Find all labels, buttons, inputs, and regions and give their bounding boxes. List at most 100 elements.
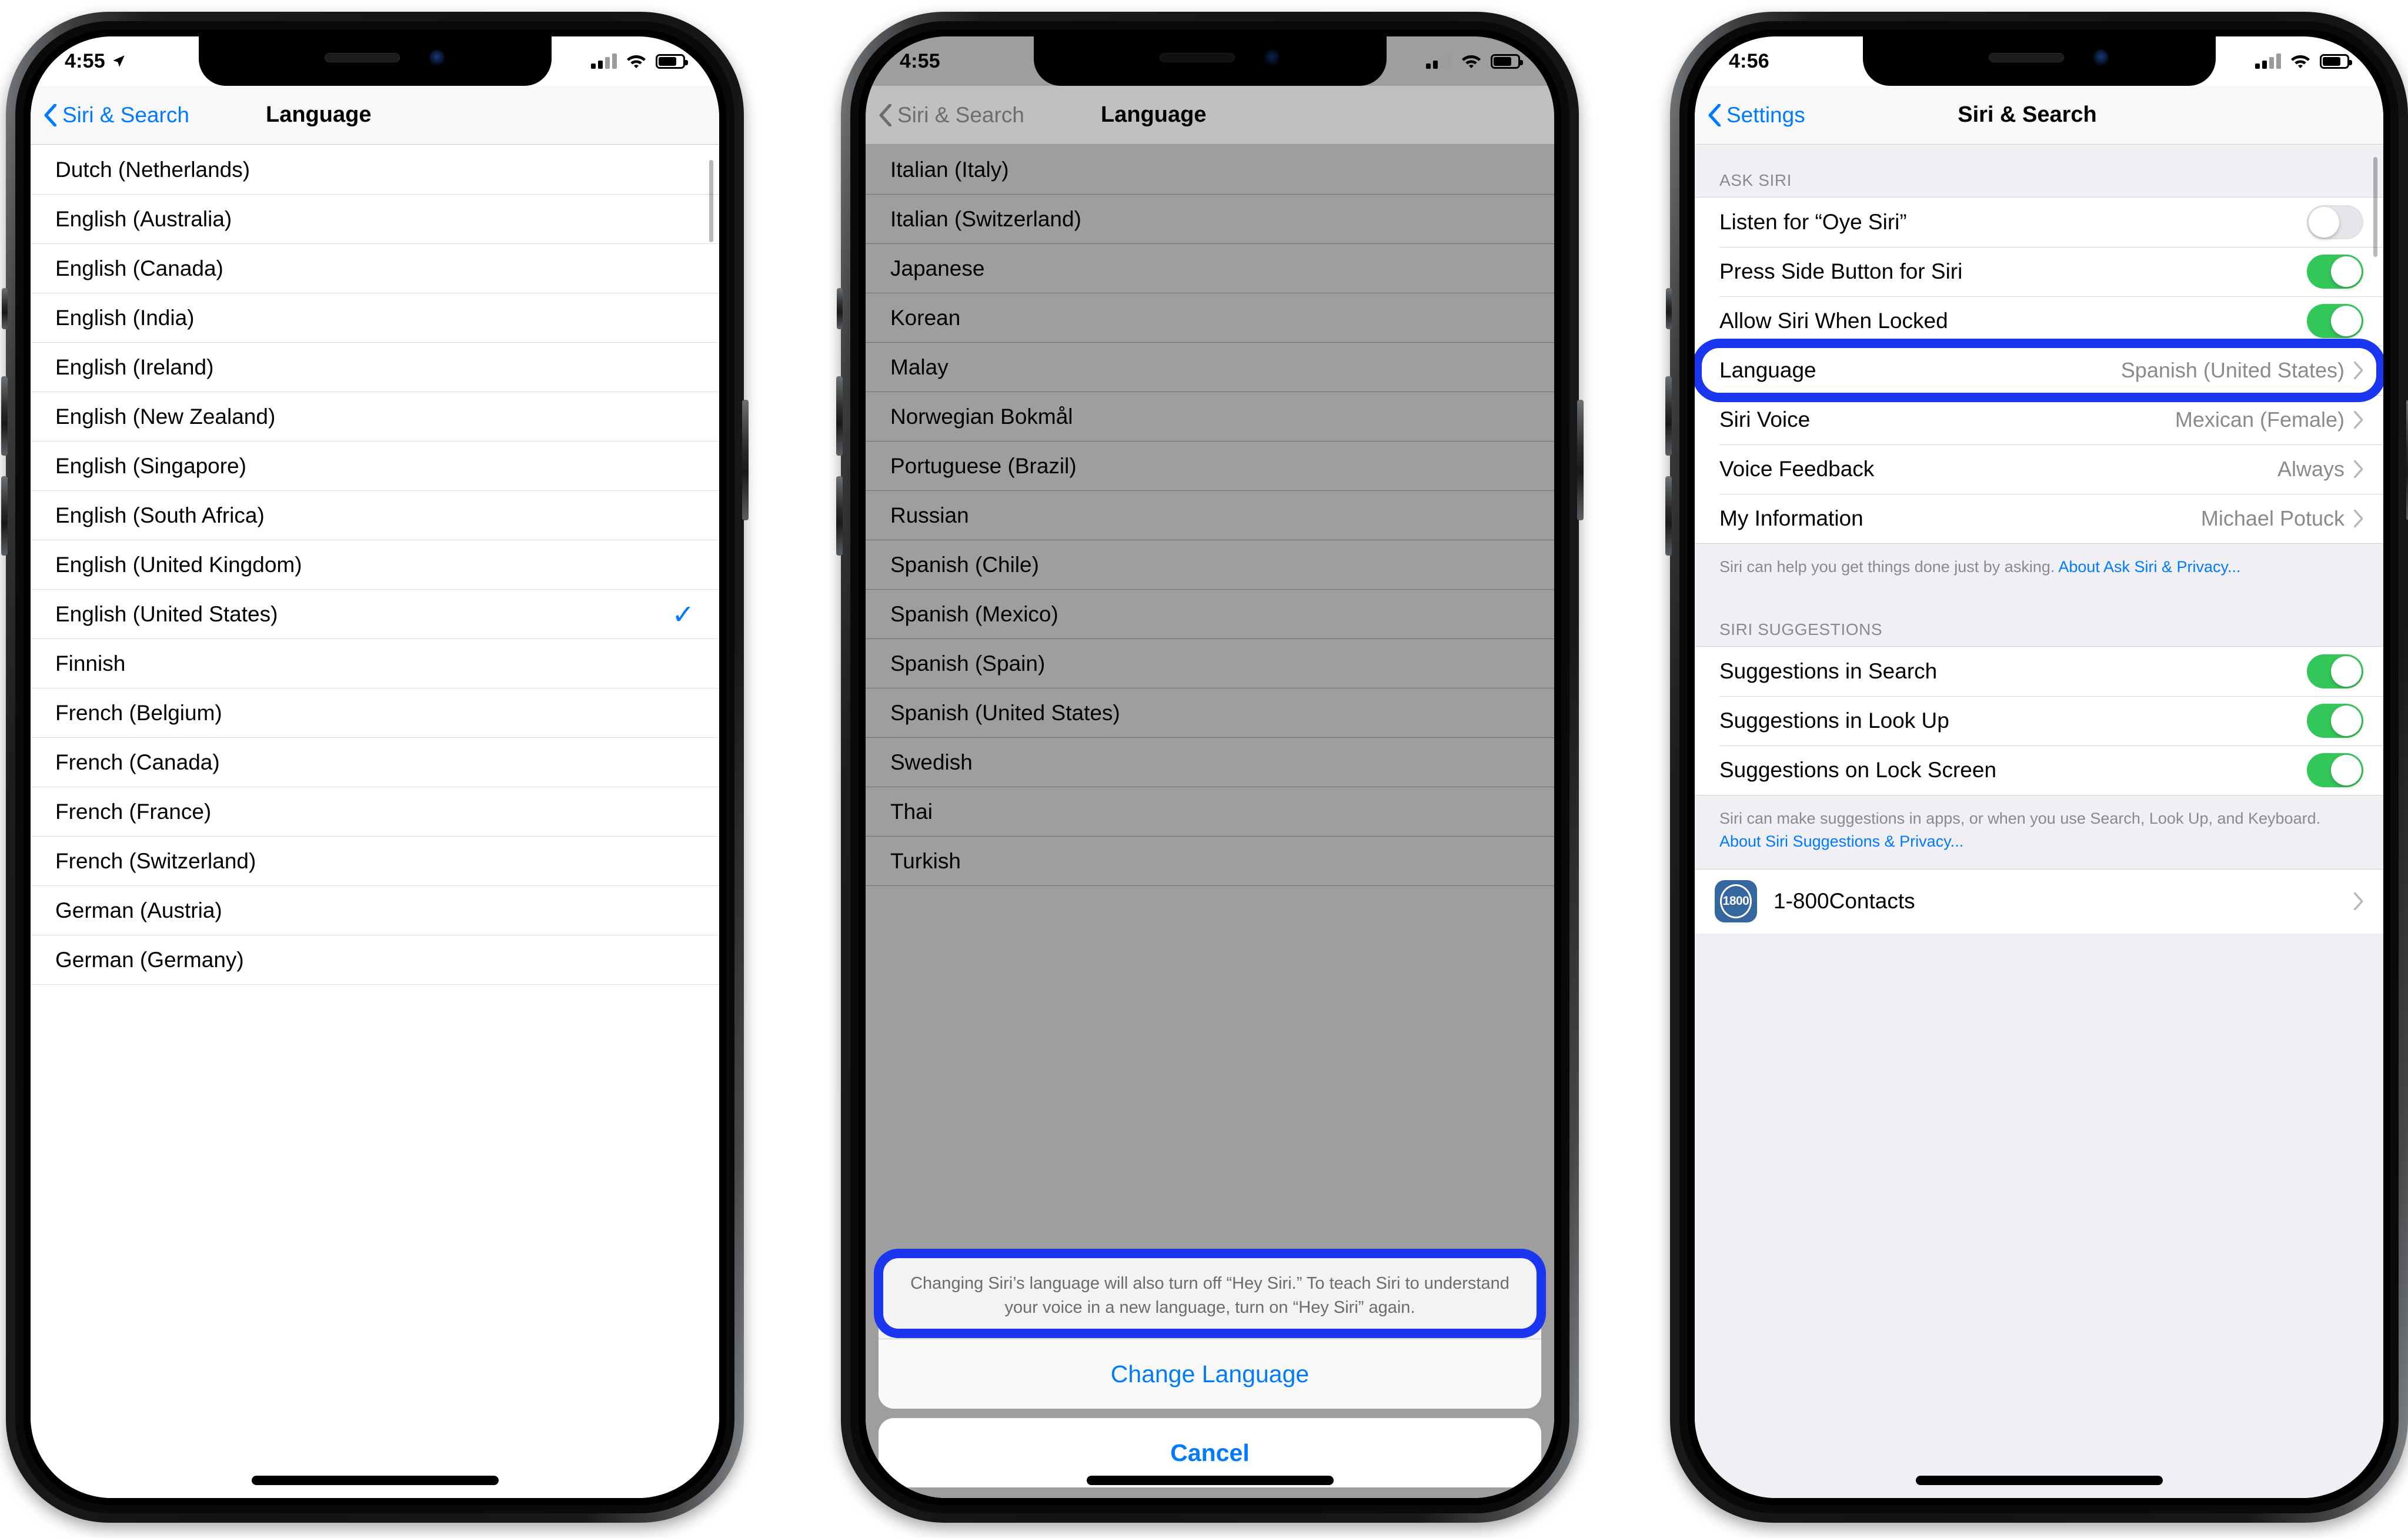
- action-sheet: Changing Siri’s language will also turn …: [866, 1251, 1554, 1498]
- settings-value-row[interactable]: My Information Michael Potuck: [1695, 494, 2383, 543]
- settings-list[interactable]: ASK SIRI Listen for “Oye Siri” Press Side …: [1695, 145, 2383, 1498]
- battery-icon: [2320, 54, 2352, 69]
- language-row[interactable]: French (France): [31, 787, 719, 837]
- settings-toggle-row[interactable]: Suggestions in Look Up: [1695, 696, 2383, 745]
- home-indicator[interactable]: [1086, 1476, 1334, 1485]
- language-row-label: English (Ireland): [55, 355, 214, 379]
- language-row[interactable]: English (Canada): [31, 244, 719, 293]
- language-row-label: English (New Zealand): [55, 404, 276, 429]
- power-button[interactable]: [742, 400, 749, 520]
- language-row[interactable]: English (United Kingdom): [31, 540, 719, 590]
- language-row[interactable]: Dutch (Netherlands): [31, 145, 719, 195]
- change-language-button[interactable]: Change Language: [879, 1339, 1541, 1409]
- app-row-label: 1-800Contacts: [1774, 889, 1915, 914]
- cellular-bars-icon: [2255, 54, 2281, 69]
- section-footer-link[interactable]: About Ask Siri & Privacy...: [2058, 558, 2240, 576]
- language-row[interactable]: French (Canada): [31, 738, 719, 787]
- settings-value-row[interactable]: Siri Voice Mexican (Female): [1695, 395, 2383, 444]
- wifi-icon: [1462, 55, 1481, 68]
- volume-down-button[interactable]: [1665, 476, 1672, 556]
- action-sheet-message: Changing Siri’s language will also turn …: [910, 1273, 1509, 1317]
- front-camera-icon: [2093, 49, 2109, 67]
- language-row[interactable]: German (Austria): [31, 886, 719, 935]
- settings-toggle-row[interactable]: Press Side Button for Siri: [1695, 247, 2383, 296]
- language-row-label: French (France): [55, 799, 212, 824]
- language-row[interactable]: French (Belgium): [31, 688, 719, 738]
- app-row[interactable]: 1800 1-800Contacts: [1695, 868, 2383, 934]
- section-footer-link[interactable]: About Siri Suggestions & Privacy...: [1719, 832, 1963, 850]
- volume-up-button[interactable]: [836, 376, 843, 456]
- language-row-label: English (United Kingdom): [55, 552, 302, 577]
- language-row[interactable]: Finnish: [31, 639, 719, 688]
- toggle-switch[interactable]: [2307, 304, 2363, 338]
- language-row[interactable]: French (Switzerland): [31, 837, 719, 886]
- mute-switch[interactable]: [1666, 288, 1672, 329]
- back-button-settings[interactable]: Settings: [1708, 103, 1805, 128]
- chevron-right-icon: [2353, 411, 2363, 429]
- toggle-knob: [2331, 656, 2362, 687]
- chevron-right-icon: [2353, 460, 2363, 478]
- notch: [198, 36, 552, 86]
- language-row-label: English (Singapore): [55, 453, 246, 478]
- power-button[interactable]: [1577, 400, 1584, 520]
- settings-value-row[interactable]: Voice Feedback Always: [1695, 444, 2383, 494]
- status-time: 4:55: [900, 49, 940, 72]
- action-sheet-group: Changing Siri’s language will also turn …: [879, 1251, 1541, 1409]
- battery-icon: [1491, 54, 1523, 69]
- toggle-switch[interactable]: [2307, 255, 2363, 289]
- toggle-switch[interactable]: [2307, 753, 2363, 788]
- navigation-bar: Settings Siri & Search: [1695, 86, 2383, 145]
- volume-up-button[interactable]: [1665, 376, 1672, 456]
- status-time: 4:55: [65, 49, 105, 72]
- back-button-siri-search[interactable]: Siri & Search: [879, 103, 1024, 128]
- toggle-switch[interactable]: [2307, 654, 2363, 689]
- language-list[interactable]: Dutch (Netherlands) English (Australia) En…: [31, 145, 719, 1498]
- toggle-knob: [2309, 207, 2339, 238]
- settings-toggle-row[interactable]: Suggestions in Search: [1695, 647, 2383, 696]
- settings-row-label: Press Side Button for Siri: [1719, 259, 1963, 283]
- language-row-label: German (Germany): [55, 947, 244, 972]
- settings-row-label: Suggestions in Search: [1719, 659, 1938, 684]
- mute-switch[interactable]: [2, 288, 8, 329]
- volume-down-button[interactable]: [1, 476, 8, 556]
- language-row-label: German (Austria): [55, 898, 222, 922]
- back-button-siri-search[interactable]: Siri & Search: [44, 103, 189, 128]
- earpiece-speaker-icon: [1988, 53, 2064, 62]
- volume-up-button[interactable]: [1, 376, 8, 456]
- settings-value-row[interactable]: Language Spanish (United States): [1695, 339, 2383, 402]
- language-row-label: Dutch (Netherlands): [55, 157, 251, 182]
- language-row[interactable]: English (Singapore): [31, 442, 719, 491]
- language-row[interactable]: English (India): [31, 293, 719, 343]
- location-arrow-icon: [113, 55, 125, 67]
- status-bar: 4:55: [866, 36, 1554, 86]
- toggle-knob: [2331, 306, 2362, 336]
- language-row[interactable]: English (Australia): [31, 195, 719, 244]
- language-row[interactable]: English (South Africa): [31, 491, 719, 540]
- language-row[interactable]: German (Germany): [31, 935, 719, 985]
- settings-toggle-row[interactable]: Allow Siri When Locked: [1695, 296, 2383, 346]
- battery-icon: [656, 54, 688, 69]
- wifi-icon: [2291, 55, 2310, 68]
- language-row[interactable]: English (Ireland): [31, 343, 719, 392]
- earpiece-speaker-icon: [324, 53, 400, 62]
- phone-1-screen: 4:55 Siri & Search Language Dutch (Nethe…: [31, 36, 719, 1498]
- mute-switch[interactable]: [837, 288, 843, 329]
- home-indicator[interactable]: [1915, 1476, 2163, 1485]
- status-time: 4:56: [1729, 49, 1769, 72]
- settings-toggle-row[interactable]: Suggestions on Lock Screen: [1695, 745, 2383, 795]
- scrollbar[interactable]: [709, 160, 713, 242]
- three-phone-screenshot-composite: 4:55 Siri & Search Language Dutch (Nethe…: [0, 0, 2408, 1538]
- language-row-label: English (Australia): [55, 206, 232, 231]
- home-indicator[interactable]: [251, 1476, 499, 1485]
- language-row-label: English (Canada): [55, 256, 223, 280]
- language-row[interactable]: English (United States) ✓: [31, 590, 719, 639]
- app-icon: 1800: [1715, 880, 1757, 923]
- volume-down-button[interactable]: [836, 476, 843, 556]
- settings-toggle-row[interactable]: Listen for “Oye Siri”: [1695, 198, 2383, 247]
- toggle-switch[interactable]: [2307, 205, 2363, 239]
- front-camera-icon: [429, 49, 445, 67]
- toggle-switch[interactable]: [2307, 704, 2363, 738]
- language-row[interactable]: English (New Zealand): [31, 392, 719, 442]
- scrollbar[interactable]: [2373, 157, 2377, 257]
- chevron-right-icon: [2353, 510, 2363, 527]
